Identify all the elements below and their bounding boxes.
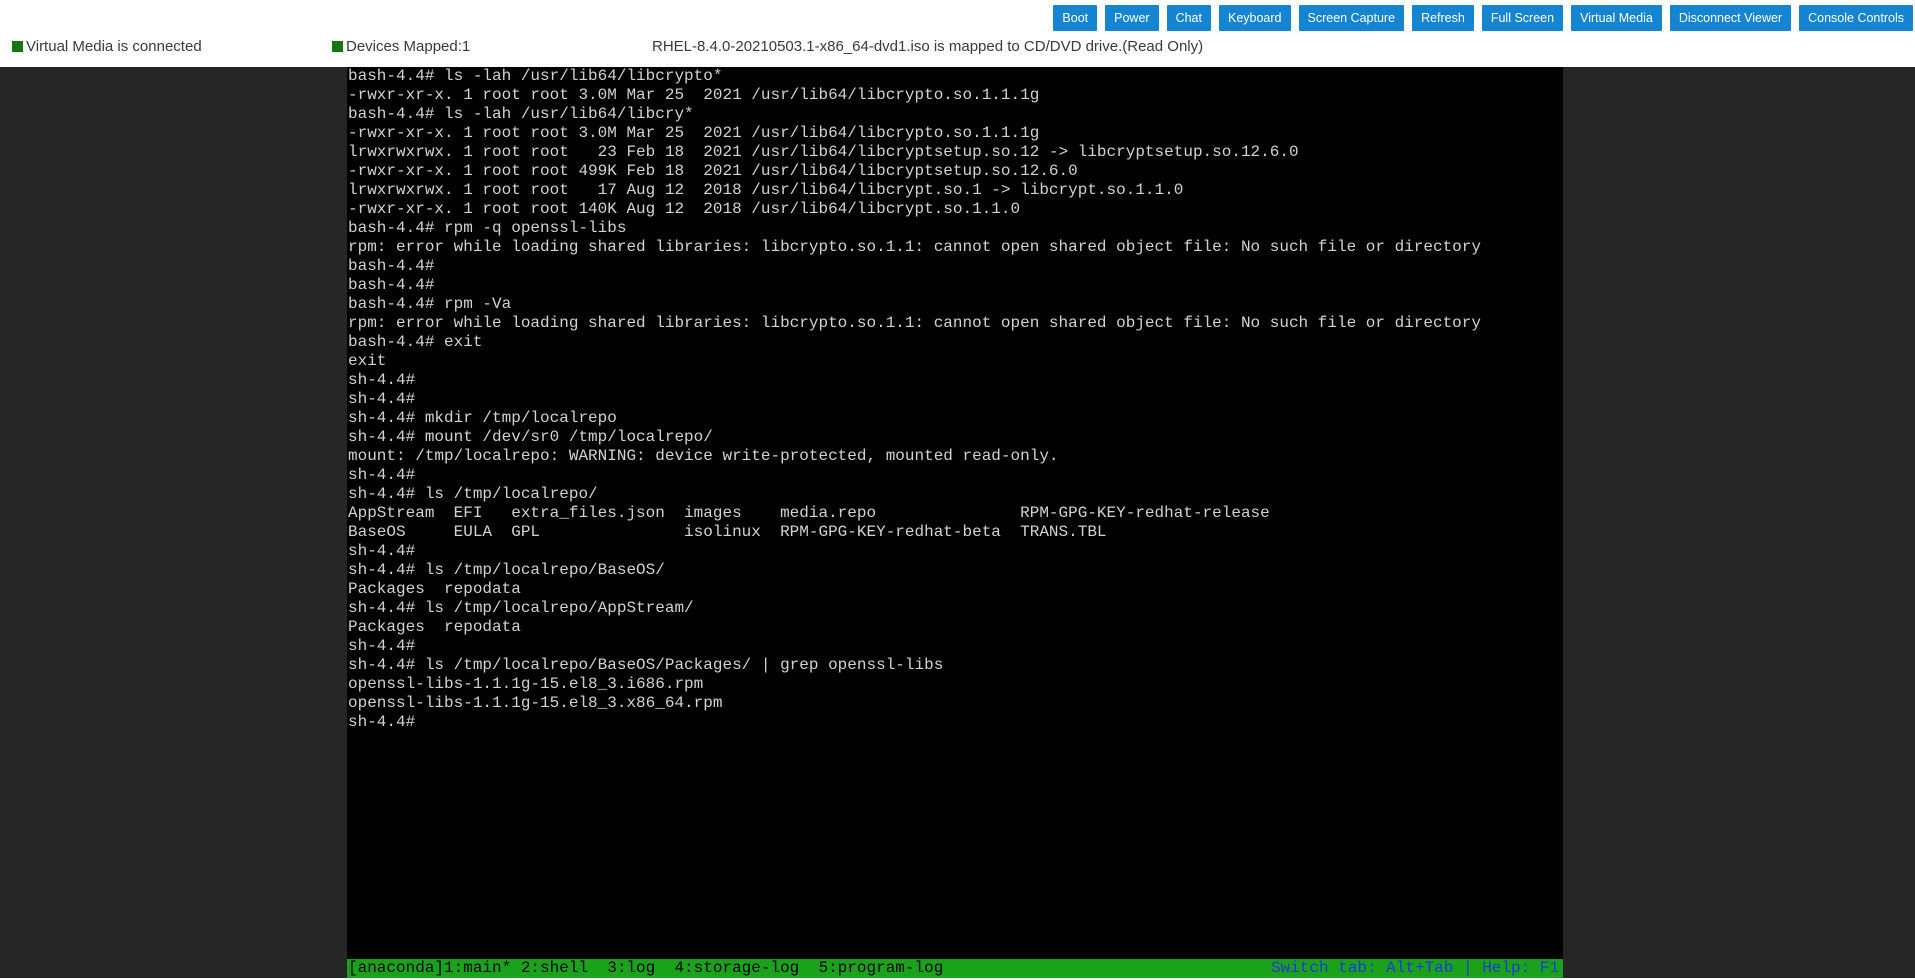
tmux-window-list: [anaconda]1:main* 2:shell 3:log 4:storag… [348, 959, 944, 977]
terminal-line: bash-4.4# ls -lah /usr/lib64/libcrypto* [348, 67, 723, 85]
terminal-line: sh-4.4# ls /tmp/localrepo/AppStream/ [348, 599, 694, 617]
terminal-line: lrwxrwxrwx. 1 root root 23 Feb 18 2021 /… [348, 143, 1299, 161]
terminal-line: sh-4.4# mkdir /tmp/localrepo [348, 409, 617, 427]
keyboard-button[interactable]: Keyboard [1218, 5, 1291, 31]
disconnect-viewer-button[interactable]: Disconnect Viewer [1669, 5, 1792, 31]
terminal-line: -rwxr-xr-x. 1 root root 140K Aug 12 2018… [348, 200, 1021, 218]
terminal-output: bash-4.4# ls -lah /usr/lib64/libcrypto* -… [348, 67, 1481, 732]
terminal-line: sh-4.4# mount /dev/sr0 /tmp/localrepo/ [348, 428, 713, 446]
terminal-line: sh-4.4# ls /tmp/localrepo/BaseOS/ [348, 561, 665, 579]
terminal-line: openssl-libs-1.1.1g-15.el8_3.i686.rpm [348, 675, 704, 693]
terminal-line: BaseOS EULA GPL isolinux RPM-GPG-KEY-red… [348, 523, 1107, 541]
console-screen[interactable]: bash-4.4# ls -lah /usr/lib64/libcrypto* -… [347, 67, 1563, 980]
terminal-line: AppStream EFI extra_files.json images me… [348, 504, 1270, 522]
terminal-line: bash-4.4# rpm -q openssl-libs [348, 219, 627, 237]
terminal-line: sh-4.4# [348, 542, 416, 560]
terminal-line: -rwxr-xr-x. 1 root root 499K Feb 18 2021… [348, 162, 1078, 180]
screen-capture-button[interactable]: Screen Capture [1298, 5, 1405, 31]
terminal-line: -rwxr-xr-x. 1 root root 3.0M Mar 25 2021… [348, 86, 1040, 104]
virtual-media-button[interactable]: Virtual Media [1571, 5, 1662, 31]
terminal-line: lrwxrwxrwx. 1 root root 17 Aug 12 2018 /… [348, 181, 1184, 199]
tmux-help-hint: Switch tab: Alt+Tab | Help: F1 [1270, 959, 1559, 977]
chat-button[interactable]: Chat [1166, 5, 1211, 31]
terminal-line: mount: /tmp/localrepo: WARNING: device w… [348, 447, 1059, 465]
power-button[interactable]: Power [1105, 5, 1159, 31]
terminal-line: sh-4.4# [348, 371, 416, 389]
terminal-line: bash-4.4# ls -lah /usr/lib64/libcry* [348, 105, 694, 123]
terminal-line: bash-4.4# [348, 276, 435, 294]
remote-console-viewer: bash-4.4# ls -lah /usr/lib64/libcrypto* -… [0, 67, 1915, 980]
console-controls-button[interactable]: Console Controls [1799, 5, 1913, 31]
terminal-line: sh-4.4# [348, 637, 416, 655]
terminal-line: openssl-libs-1.1.1g-15.el8_3.x86_64.rpm [348, 694, 723, 712]
terminal-line: sh-4.4# ls /tmp/localrepo/BaseOS/Package… [348, 656, 944, 674]
tmux-status-bar: [anaconda]1:main* 2:shell 3:log 4:storag… [347, 959, 1563, 978]
terminal-line: sh-4.4# [348, 466, 416, 484]
boot-button[interactable]: Boot [1053, 5, 1098, 31]
virtual-media-status: Virtual Media is connected [12, 38, 202, 55]
iso-mapping-text: RHEL-8.4.0-20210503.1-x86_64-dvd1.iso is… [652, 38, 1204, 55]
terminal-line: exit [348, 352, 387, 370]
terminal-line: bash-4.4# rpm -Va [348, 295, 512, 313]
terminal-line: rpm: error while loading shared librarie… [348, 314, 1481, 332]
terminal-line: sh-4.4# ls /tmp/localrepo/ [348, 485, 598, 503]
devices-mapped-status: Devices Mapped:1 [332, 38, 470, 55]
terminal-line: sh-4.4# [348, 713, 416, 731]
terminal-line: Packages repodata [348, 618, 521, 636]
devices-mapped-text: Devices Mapped:1 [346, 38, 471, 55]
connected-indicator-icon [12, 41, 23, 52]
iso-mapping-status: RHEL-8.4.0-20210503.1-x86_64-dvd1.iso is… [652, 38, 1203, 55]
terminal-line: bash-4.4# exit [348, 333, 483, 351]
refresh-button[interactable]: Refresh [1412, 5, 1474, 31]
terminal-line: sh-4.4# [348, 390, 416, 408]
status-bar: Virtual Media is connected Devices Mappe… [0, 38, 1915, 58]
terminal-line: rpm: error while loading shared librarie… [348, 238, 1481, 256]
virtual-media-status-text: Virtual Media is connected [26, 38, 202, 55]
terminal-line: -rwxr-xr-x. 1 root root 3.0M Mar 25 2021… [348, 124, 1040, 142]
mapped-indicator-icon [332, 41, 343, 52]
full-screen-button[interactable]: Full Screen [1481, 5, 1564, 31]
terminal-line: bash-4.4# [348, 257, 435, 275]
viewer-header: Boot Power Chat Keyboard Screen Capture … [0, 0, 1915, 67]
terminal-line: Packages repodata [348, 580, 521, 598]
toolbar: Boot Power Chat Keyboard Screen Capture … [1053, 5, 1913, 31]
